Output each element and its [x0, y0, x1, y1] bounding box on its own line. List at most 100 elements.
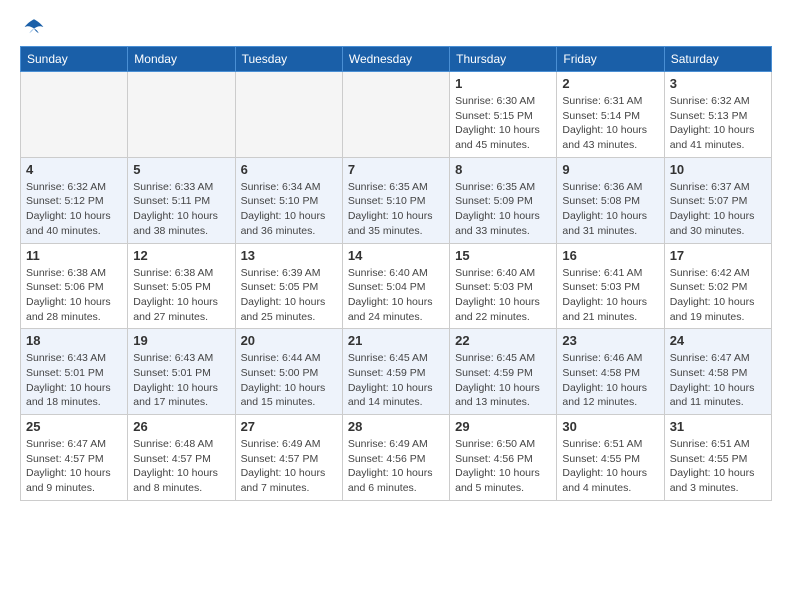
calendar-day: 24 Sunrise: 6:47 AM Sunset: 4:58 PM Dayli… — [664, 329, 771, 415]
calendar-day: 26Sunrise: 6:48 AM Sunset: 4:57 PM Dayli… — [128, 415, 235, 501]
day-info: Sunrise: 6:39 AM Sunset: 5:05 PM Dayligh… — [241, 266, 337, 325]
calendar-day: 19 Sunrise: 6:43 AM Sunset: 5:01 PM Dayli… — [128, 329, 235, 415]
day-info: Sunrise: 6:33 AM Sunset: 5:11 PM Dayligh… — [133, 180, 229, 239]
calendar-day: 3 Sunrise: 6:32 AM Sunset: 5:13 PM Daylig… — [664, 72, 771, 158]
day-info: Sunrise: 6:38 AM Sunset: 5:06 PM Dayligh… — [26, 266, 122, 325]
day-number: 16 — [562, 248, 658, 263]
page-header — [20, 16, 772, 38]
calendar-day: 15 Sunrise: 6:40 AM Sunset: 5:03 PM Dayli… — [450, 243, 557, 329]
calendar-day — [21, 72, 128, 158]
calendar-day: 29 Sunrise: 6:50 AM Sunset: 4:56 PM Dayli… — [450, 415, 557, 501]
day-number: 29 — [455, 419, 551, 434]
calendar-day: 11 Sunrise: 6:38 AM Sunset: 5:06 PM Dayli… — [21, 243, 128, 329]
day-info: Sunrise: 6:37 AM Sunset: 5:07 PM Dayligh… — [670, 180, 766, 239]
calendar-day: 21 Sunrise: 6:45 AM Sunset: 4:59 PM Dayli… — [342, 329, 449, 415]
day-number: 28 — [348, 419, 444, 434]
day-number: 7 — [348, 162, 444, 177]
day-info: Sunrise: 6:30 AM Sunset: 5:15 PM Dayligh… — [455, 94, 551, 153]
day-number: 15 — [455, 248, 551, 263]
day-info: Sunrise: 6:35 AM Sunset: 5:09 PM Dayligh… — [455, 180, 551, 239]
day-info: Sunrise: 6:45 AM Sunset: 4:59 PM Dayligh… — [348, 351, 444, 410]
day-info: Sunrise: 6:41 AM Sunset: 5:03 PM Dayligh… — [562, 266, 658, 325]
day-number: 27 — [241, 419, 337, 434]
day-info: Sunrise: 6:32 AM Sunset: 5:12 PM Dayligh… — [26, 180, 122, 239]
day-info: Sunrise: 6:47 AM Sunset: 4:57 PM Dayligh… — [26, 437, 122, 496]
calendar-day: 8 Sunrise: 6:35 AM Sunset: 5:09 PM Daylig… — [450, 157, 557, 243]
calendar-day: 31 Sunrise: 6:51 AM Sunset: 4:55 PM Dayli… — [664, 415, 771, 501]
calendar-week-row: 11 Sunrise: 6:38 AM Sunset: 5:06 PM Dayli… — [21, 243, 772, 329]
calendar-week-row: 18 Sunrise: 6:43 AM Sunset: 5:01 PM Dayli… — [21, 329, 772, 415]
day-number: 10 — [670, 162, 766, 177]
day-info: Sunrise: 6:35 AM Sunset: 5:10 PM Dayligh… — [348, 180, 444, 239]
calendar-day: 5 Sunrise: 6:33 AM Sunset: 5:11 PM Daylig… — [128, 157, 235, 243]
day-number: 3 — [670, 76, 766, 91]
calendar-day: 4 Sunrise: 6:32 AM Sunset: 5:12 PM Daylig… — [21, 157, 128, 243]
calendar-week-row: 4 Sunrise: 6:32 AM Sunset: 5:12 PM Daylig… — [21, 157, 772, 243]
day-number: 1 — [455, 76, 551, 91]
day-number: 20 — [241, 333, 337, 348]
day-number: 31 — [670, 419, 766, 434]
column-header-tuesday: Tuesday — [235, 47, 342, 72]
day-number: 23 — [562, 333, 658, 348]
day-number: 8 — [455, 162, 551, 177]
calendar-header-row: SundayMondayTuesdayWednesdayThursdayFrid… — [21, 47, 772, 72]
day-info: Sunrise: 6:49 AM Sunset: 4:57 PM Dayligh… — [241, 437, 337, 496]
day-info: Sunrise: 6:31 AM Sunset: 5:14 PM Dayligh… — [562, 94, 658, 153]
calendar-day: 28 Sunrise: 6:49 AM Sunset: 4:56 PM Dayli… — [342, 415, 449, 501]
calendar-week-row: 1 Sunrise: 6:30 AM Sunset: 5:15 PM Daylig… — [21, 72, 772, 158]
day-number: 22 — [455, 333, 551, 348]
logo — [20, 16, 52, 38]
day-info: Sunrise: 6:34 AM Sunset: 5:10 PM Dayligh… — [241, 180, 337, 239]
calendar-day: 12Sunrise: 6:38 AM Sunset: 5:05 PM Dayli… — [128, 243, 235, 329]
calendar-day: 13Sunrise: 6:39 AM Sunset: 5:05 PM Dayli… — [235, 243, 342, 329]
calendar-day: 14 Sunrise: 6:40 AM Sunset: 5:04 PM Dayli… — [342, 243, 449, 329]
day-info: Sunrise: 6:48 AM Sunset: 4:57 PM Dayligh… — [133, 437, 229, 496]
day-number: 30 — [562, 419, 658, 434]
day-info: Sunrise: 6:46 AM Sunset: 4:58 PM Dayligh… — [562, 351, 658, 410]
day-info: Sunrise: 6:50 AM Sunset: 4:56 PM Dayligh… — [455, 437, 551, 496]
day-number: 5 — [133, 162, 229, 177]
column-header-saturday: Saturday — [664, 47, 771, 72]
column-header-thursday: Thursday — [450, 47, 557, 72]
day-info: Sunrise: 6:40 AM Sunset: 5:04 PM Dayligh… — [348, 266, 444, 325]
day-info: Sunrise: 6:42 AM Sunset: 5:02 PM Dayligh… — [670, 266, 766, 325]
logo-bird-icon — [20, 16, 48, 38]
day-info: Sunrise: 6:49 AM Sunset: 4:56 PM Dayligh… — [348, 437, 444, 496]
calendar-day: 25Sunrise: 6:47 AM Sunset: 4:57 PM Dayli… — [21, 415, 128, 501]
column-header-monday: Monday — [128, 47, 235, 72]
calendar-day: 16 Sunrise: 6:41 AM Sunset: 5:03 PM Dayli… — [557, 243, 664, 329]
day-number: 21 — [348, 333, 444, 348]
day-number: 6 — [241, 162, 337, 177]
calendar-day: 7 Sunrise: 6:35 AM Sunset: 5:10 PM Daylig… — [342, 157, 449, 243]
day-info: Sunrise: 6:32 AM Sunset: 5:13 PM Dayligh… — [670, 94, 766, 153]
column-header-friday: Friday — [557, 47, 664, 72]
day-info: Sunrise: 6:47 AM Sunset: 4:58 PM Dayligh… — [670, 351, 766, 410]
calendar-day: 10 Sunrise: 6:37 AM Sunset: 5:07 PM Dayli… — [664, 157, 771, 243]
day-number: 24 — [670, 333, 766, 348]
day-number: 19 — [133, 333, 229, 348]
day-info: Sunrise: 6:44 AM Sunset: 5:00 PM Dayligh… — [241, 351, 337, 410]
calendar-day: 18Sunrise: 6:43 AM Sunset: 5:01 PM Dayli… — [21, 329, 128, 415]
calendar-day: 17Sunrise: 6:42 AM Sunset: 5:02 PM Dayli… — [664, 243, 771, 329]
day-number: 14 — [348, 248, 444, 263]
day-info: Sunrise: 6:36 AM Sunset: 5:08 PM Dayligh… — [562, 180, 658, 239]
day-info: Sunrise: 6:38 AM Sunset: 5:05 PM Dayligh… — [133, 266, 229, 325]
calendar-table: SundayMondayTuesdayWednesdayThursdayFrid… — [20, 46, 772, 501]
column-header-sunday: Sunday — [21, 47, 128, 72]
calendar-day: 2Sunrise: 6:31 AM Sunset: 5:14 PM Daylig… — [557, 72, 664, 158]
calendar-day: 6 Sunrise: 6:34 AM Sunset: 5:10 PM Daylig… — [235, 157, 342, 243]
calendar-day: 23 Sunrise: 6:46 AM Sunset: 4:58 PM Dayli… — [557, 329, 664, 415]
day-number: 4 — [26, 162, 122, 177]
day-info: Sunrise: 6:40 AM Sunset: 5:03 PM Dayligh… — [455, 266, 551, 325]
calendar-day — [342, 72, 449, 158]
column-header-wednesday: Wednesday — [342, 47, 449, 72]
calendar-day: 30Sunrise: 6:51 AM Sunset: 4:55 PM Dayli… — [557, 415, 664, 501]
day-info: Sunrise: 6:51 AM Sunset: 4:55 PM Dayligh… — [670, 437, 766, 496]
calendar-week-row: 25Sunrise: 6:47 AM Sunset: 4:57 PM Dayli… — [21, 415, 772, 501]
calendar-day: 27 Sunrise: 6:49 AM Sunset: 4:57 PM Dayli… — [235, 415, 342, 501]
day-number: 11 — [26, 248, 122, 263]
calendar-day — [128, 72, 235, 158]
day-number: 18 — [26, 333, 122, 348]
day-info: Sunrise: 6:43 AM Sunset: 5:01 PM Dayligh… — [133, 351, 229, 410]
day-number: 9 — [562, 162, 658, 177]
